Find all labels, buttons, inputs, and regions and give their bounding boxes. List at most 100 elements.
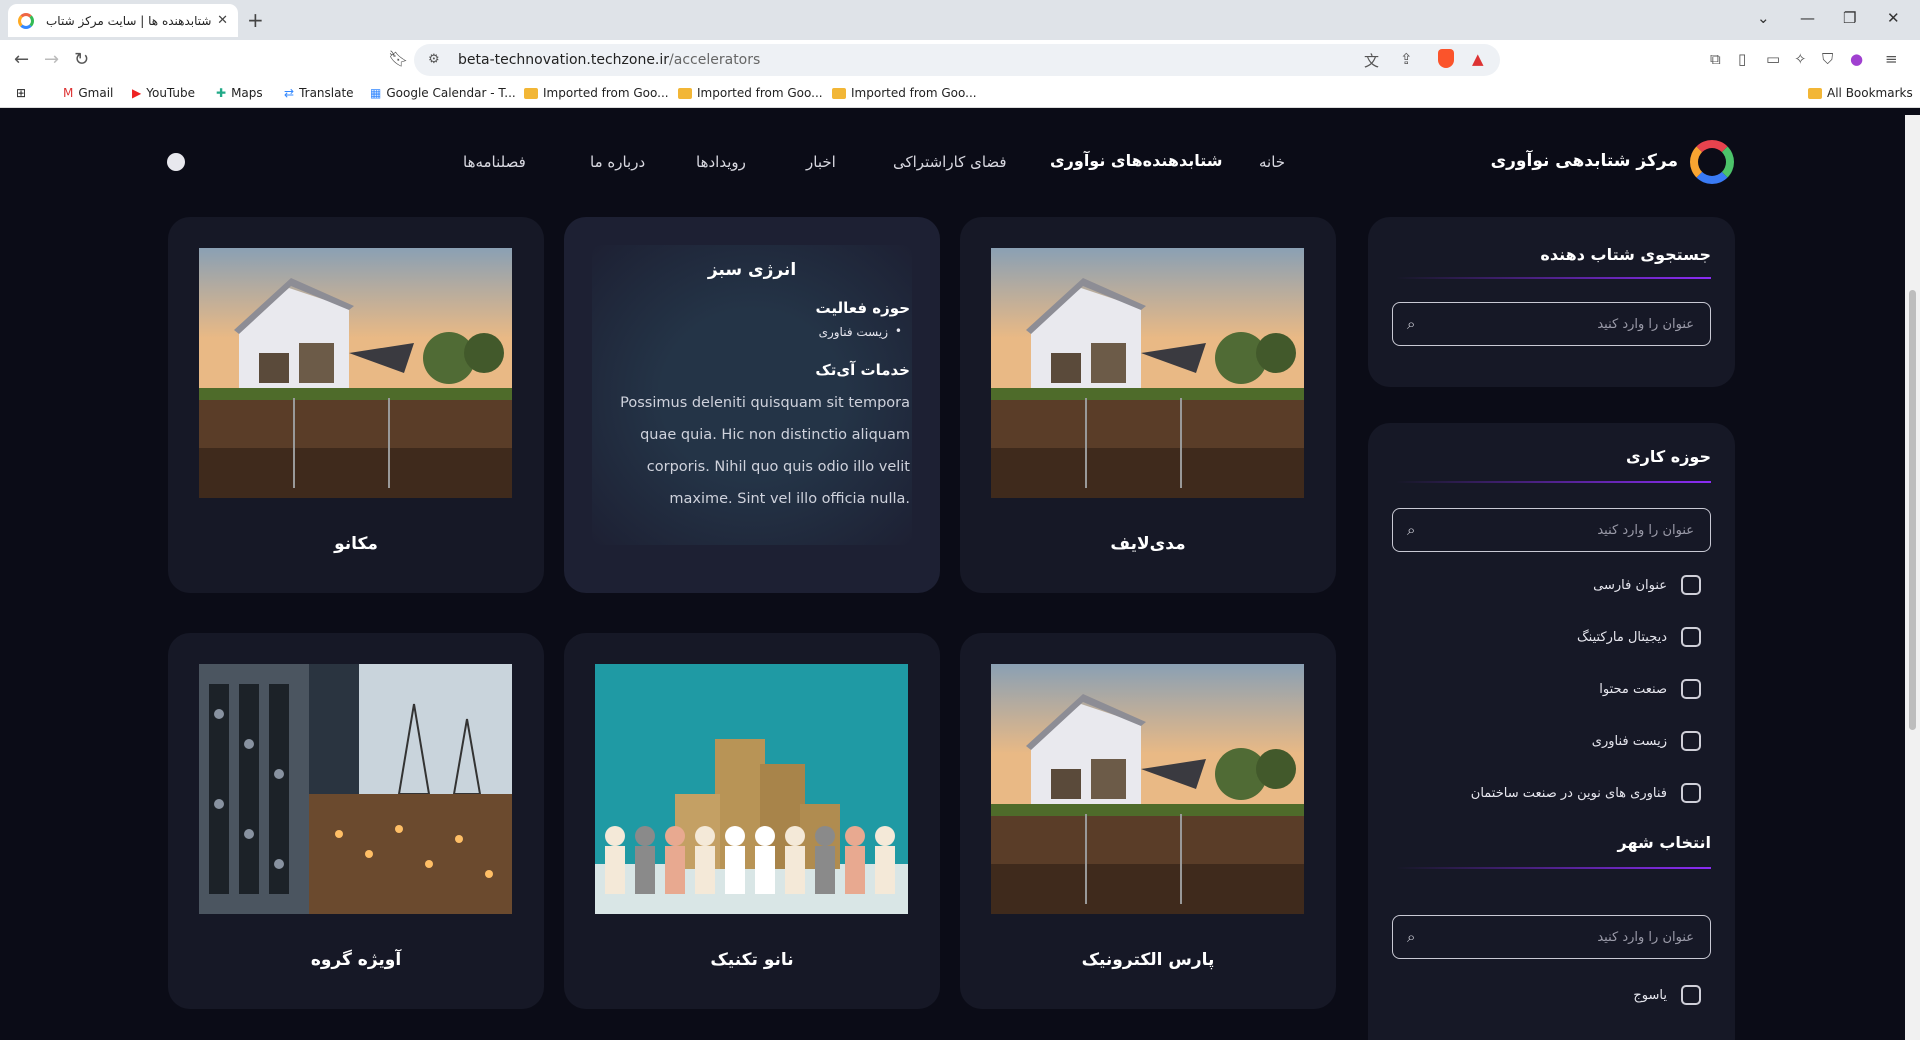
reload-icon[interactable]: ↻ <box>74 49 89 70</box>
accelerator-card[interactable]: پارس الکترونیک <box>960 633 1336 1009</box>
restore-icon[interactable]: ❐ <box>1843 9 1856 27</box>
overlay-description: Possimus deleniti quisquam sit tempora q… <box>620 395 910 507</box>
apps-grid-icon[interactable]: ⊞ <box>16 86 26 100</box>
nav-about[interactable]: درباره ما <box>590 153 645 171</box>
bookmark-label: Imported from Goo... <box>697 86 823 100</box>
brave-shields-icon[interactable] <box>1438 49 1454 68</box>
forward-icon[interactable]: → <box>44 49 59 70</box>
brave-rewards-icon[interactable]: ▲ <box>1472 50 1484 68</box>
youtube-icon: ▶ <box>132 86 142 100</box>
panel-title: جستجوی شتاب دهنده <box>1540 245 1711 264</box>
search-icon[interactable]: ⌕ <box>1407 928 1415 946</box>
wallet-icon[interactable]: ▭ <box>1766 50 1780 68</box>
url-text[interactable]: beta-technovation.techzone.ir/accelerato… <box>458 52 760 68</box>
checkbox-label: دیجیتال مارکتینگ <box>1577 629 1667 645</box>
nav-home[interactable]: خانه <box>1259 153 1285 171</box>
bookmark-label: Maps <box>231 86 263 100</box>
industry-image <box>199 664 512 914</box>
card-title: آویژه گروه <box>310 950 402 970</box>
calendar-icon: ▦ <box>370 86 382 100</box>
field-checkbox-row[interactable]: زیست فناوری <box>1592 729 1701 753</box>
panel-divider <box>1396 277 1711 279</box>
checkbox[interactable] <box>1681 679 1701 699</box>
house-illustration <box>991 248 1304 498</box>
leo-ai-icon[interactable]: ✧ <box>1794 50 1807 68</box>
checkbox[interactable] <box>1681 783 1701 803</box>
bookmark-translate[interactable]: ⇄ Translate <box>284 86 354 100</box>
bookmark-folder[interactable]: Imported from Goo... <box>832 86 977 100</box>
bookmark-folder[interactable]: Imported from Goo... <box>678 86 823 100</box>
bookmark-icon[interactable]: 🔖︎ <box>388 49 408 68</box>
translate-icon: ⇄ <box>284 86 295 100</box>
sidebar-icon[interactable]: ▯ <box>1738 50 1746 68</box>
all-bookmarks-label: All Bookmarks <box>1827 86 1913 100</box>
accelerator-card[interactable]: مدی‌لایف <box>960 217 1336 593</box>
extensions-icon[interactable]: ⧉ <box>1710 50 1721 68</box>
field-checkbox-row[interactable]: فناوری های نوین در صنعت ساختمان <box>1471 781 1701 805</box>
field-search-box: ⌕ <box>1392 508 1711 552</box>
search-icon[interactable]: ⌕ <box>1407 315 1415 333</box>
accelerator-card-hovered[interactable]: انرژی سبز حوزه فعالیت زیست فناوری خدمات … <box>564 217 940 593</box>
minimize-icon[interactable]: — <box>1800 9 1815 27</box>
search-icon[interactable]: ⌕ <box>1407 521 1415 539</box>
bookmark-gmail[interactable]: M Gmail <box>63 86 113 100</box>
folder-icon <box>832 87 846 99</box>
accelerator-card[interactable]: آویژه گروه <box>168 633 544 1009</box>
close-window-icon[interactable]: ✕ <box>1887 9 1900 27</box>
folder-icon <box>524 87 538 99</box>
page-content: مرکز شتابدهی نوآوری خانه شتابدهنده‌های ن… <box>0 115 1905 1040</box>
field-checkbox-row[interactable]: عنوان فارسی <box>1593 573 1701 597</box>
panel-title: حوزه کاری <box>1626 447 1711 466</box>
card-title: پارس الکترونیک <box>1081 950 1215 970</box>
share-icon[interactable]: ⇪ <box>1400 50 1413 68</box>
field-checkbox-row[interactable]: صنعت محتوا <box>1599 677 1701 701</box>
city-search-box: ⌕ <box>1392 915 1711 959</box>
nav-accelerators[interactable]: شتابدهنده‌های نوآوری <box>1050 151 1223 170</box>
city-search-input[interactable] <box>1444 916 1694 958</box>
site-header: مرکز شتابدهی نوآوری خانه شتابدهنده‌های ن… <box>0 115 1905 205</box>
page-scrollbar[interactable] <box>1905 115 1920 1040</box>
nav-events[interactable]: رویدادها <box>696 153 746 171</box>
checkbox[interactable] <box>1681 985 1701 1005</box>
back-icon[interactable]: ← <box>14 49 29 70</box>
logo-icon[interactable] <box>1690 140 1734 184</box>
checkbox-label: یاسوج <box>1633 987 1667 1003</box>
accelerator-card[interactable]: مکانو <box>168 217 544 593</box>
translate-page-icon[interactable]: 文 <box>1364 50 1379 71</box>
profile-icon[interactable]: ● <box>1850 50 1863 68</box>
new-tab-icon[interactable]: + <box>247 8 264 32</box>
menu-icon[interactable]: ≡ <box>1885 50 1898 68</box>
nav-news[interactable]: اخبار <box>806 153 836 171</box>
all-bookmarks[interactable]: All Bookmarks <box>1808 86 1913 100</box>
checkbox[interactable] <box>1681 731 1701 751</box>
bookmark-folder[interactable]: Imported from Goo... <box>524 86 669 100</box>
close-tab-icon[interactable]: ✕ <box>217 13 228 28</box>
tab-search-chevron-icon[interactable]: ⌄ <box>1757 9 1770 27</box>
bookmark-calendar[interactable]: ▦ Google Calendar - T... <box>370 86 516 100</box>
bookmark-maps[interactable]: ✚ Maps <box>216 86 263 100</box>
logo-text[interactable]: مرکز شتابدهی نوآوری <box>1491 151 1678 171</box>
url-path: /accelerators <box>669 52 761 68</box>
panel-divider <box>1396 867 1711 869</box>
field-checkbox-row[interactable]: دیجیتال مارکتینگ <box>1577 625 1701 649</box>
accelerator-search-input[interactable] <box>1444 303 1694 345</box>
panel-divider <box>1396 481 1711 483</box>
search-icon[interactable] <box>167 153 185 171</box>
city-checkbox-row[interactable]: یاسوج <box>1633 983 1701 1007</box>
field-search-input[interactable] <box>1444 509 1694 551</box>
vpn-icon[interactable]: ⛉ <box>1822 50 1833 68</box>
checkbox[interactable] <box>1681 575 1701 595</box>
site-info-icon[interactable]: ⚙ <box>428 52 440 67</box>
bookmarks-bar: ⊞ M Gmail ▶ YouTube ✚ Maps ⇄ Translate ▦ Goog… <box>0 80 1920 108</box>
accelerator-search-panel: جستجوی شتاب دهنده ⌕ <box>1368 217 1735 387</box>
scrollbar-thumb[interactable] <box>1909 290 1916 730</box>
accelerator-card[interactable]: نانو تکنیک <box>564 633 940 1009</box>
nav-quarterlies[interactable]: فصلنامه‌ها <box>463 153 526 171</box>
checkbox[interactable] <box>1681 627 1701 647</box>
nav-coworking[interactable]: فضای کاراشتراکی <box>893 153 1007 171</box>
active-tab[interactable]: شتابدهنده ها | سایت مرکز شتاب ✕ <box>8 4 238 37</box>
panel-title: انتخاب شهر <box>1617 833 1711 852</box>
industry-illustration <box>199 664 512 914</box>
address-bar[interactable]: ⚙ beta-technovation.techzone.ir/accelera… <box>414 44 1500 76</box>
bookmark-youtube[interactable]: ▶ YouTube <box>132 86 195 100</box>
